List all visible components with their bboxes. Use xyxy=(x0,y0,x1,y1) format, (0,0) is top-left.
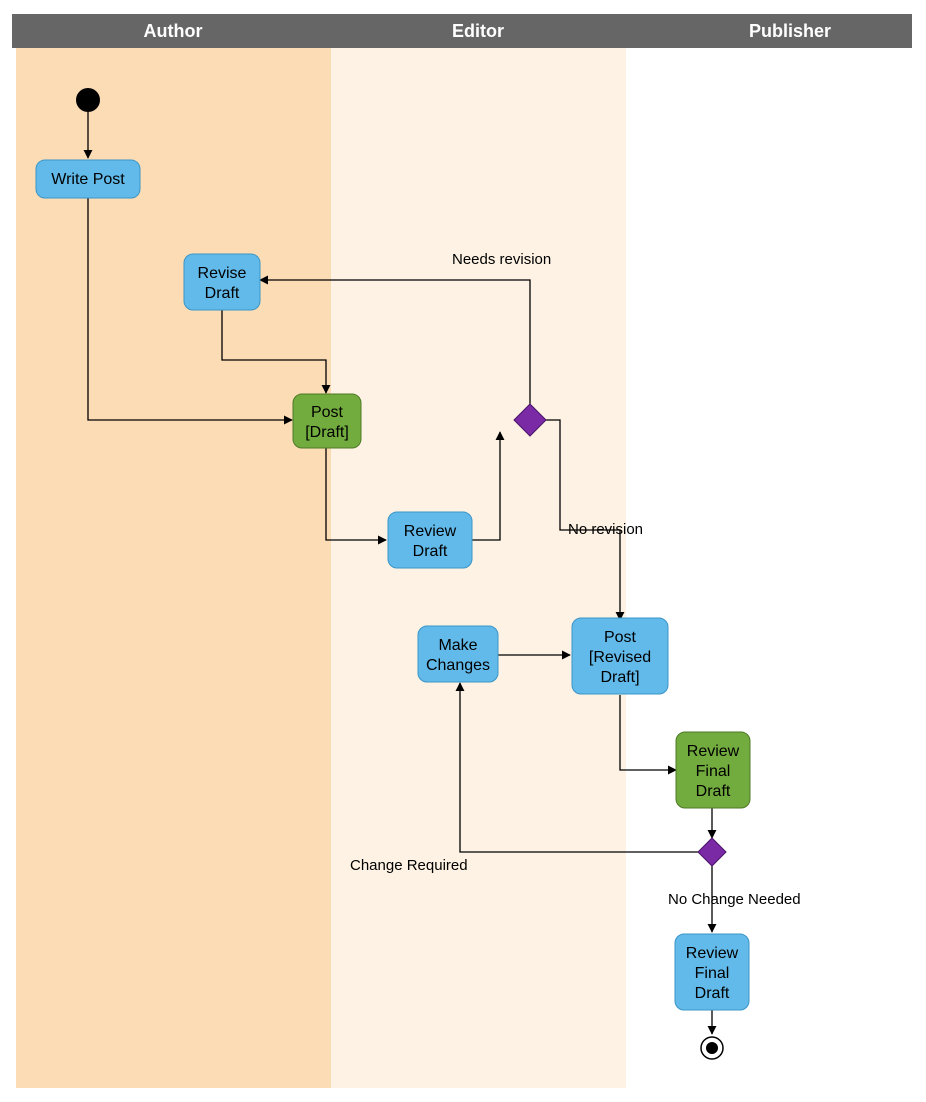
edge-label-no-revision: No revision xyxy=(568,521,643,538)
edge-label-change-required: Change Required xyxy=(350,857,468,874)
node-revise-draft-label2: Draft xyxy=(205,285,240,302)
node-write-post-label: Write Post xyxy=(51,171,125,188)
lane-author-bg xyxy=(16,48,331,1088)
node-make-changes-label1: Make xyxy=(438,637,477,654)
node-review-final-b-label1: Review xyxy=(686,945,739,962)
node-post-draft-label1: Post xyxy=(311,404,344,421)
node-review-final-b-label2: Final xyxy=(695,965,730,982)
node-review-draft-label1: Review xyxy=(404,523,457,540)
lane-publisher-label: Publisher xyxy=(749,21,831,41)
node-post-revised-label3: Draft] xyxy=(600,669,639,686)
node-review-draft-label2: Draft xyxy=(413,543,448,560)
node-make-changes-label2: Changes xyxy=(426,657,490,674)
edge-postrevised-reviewfinal xyxy=(620,695,676,770)
edge-label-no-change: No Change Needed xyxy=(668,891,801,908)
node-review-final-a-label3: Draft xyxy=(696,783,731,800)
edge-label-needs-revision: Needs revision xyxy=(452,251,551,268)
end-node-inner xyxy=(706,1042,718,1054)
node-revise-draft-label1: Revise xyxy=(198,265,247,282)
lane-author-label: Author xyxy=(144,21,203,41)
activity-diagram: Author Editor Publisher Needs revision N… xyxy=(0,0,926,1102)
node-post-revised-label2: [Revised xyxy=(589,649,651,666)
decision-change xyxy=(698,838,726,866)
start-node xyxy=(76,88,100,112)
node-post-revised-label1: Post xyxy=(604,629,637,646)
lane-editor-bg xyxy=(331,48,626,1088)
node-post-draft-label2: [Draft] xyxy=(305,424,349,441)
node-review-final-a-label2: Final xyxy=(696,763,731,780)
lane-editor-label: Editor xyxy=(452,21,504,41)
node-review-final-b-label3: Draft xyxy=(695,985,730,1002)
node-review-final-a-label1: Review xyxy=(687,743,740,760)
